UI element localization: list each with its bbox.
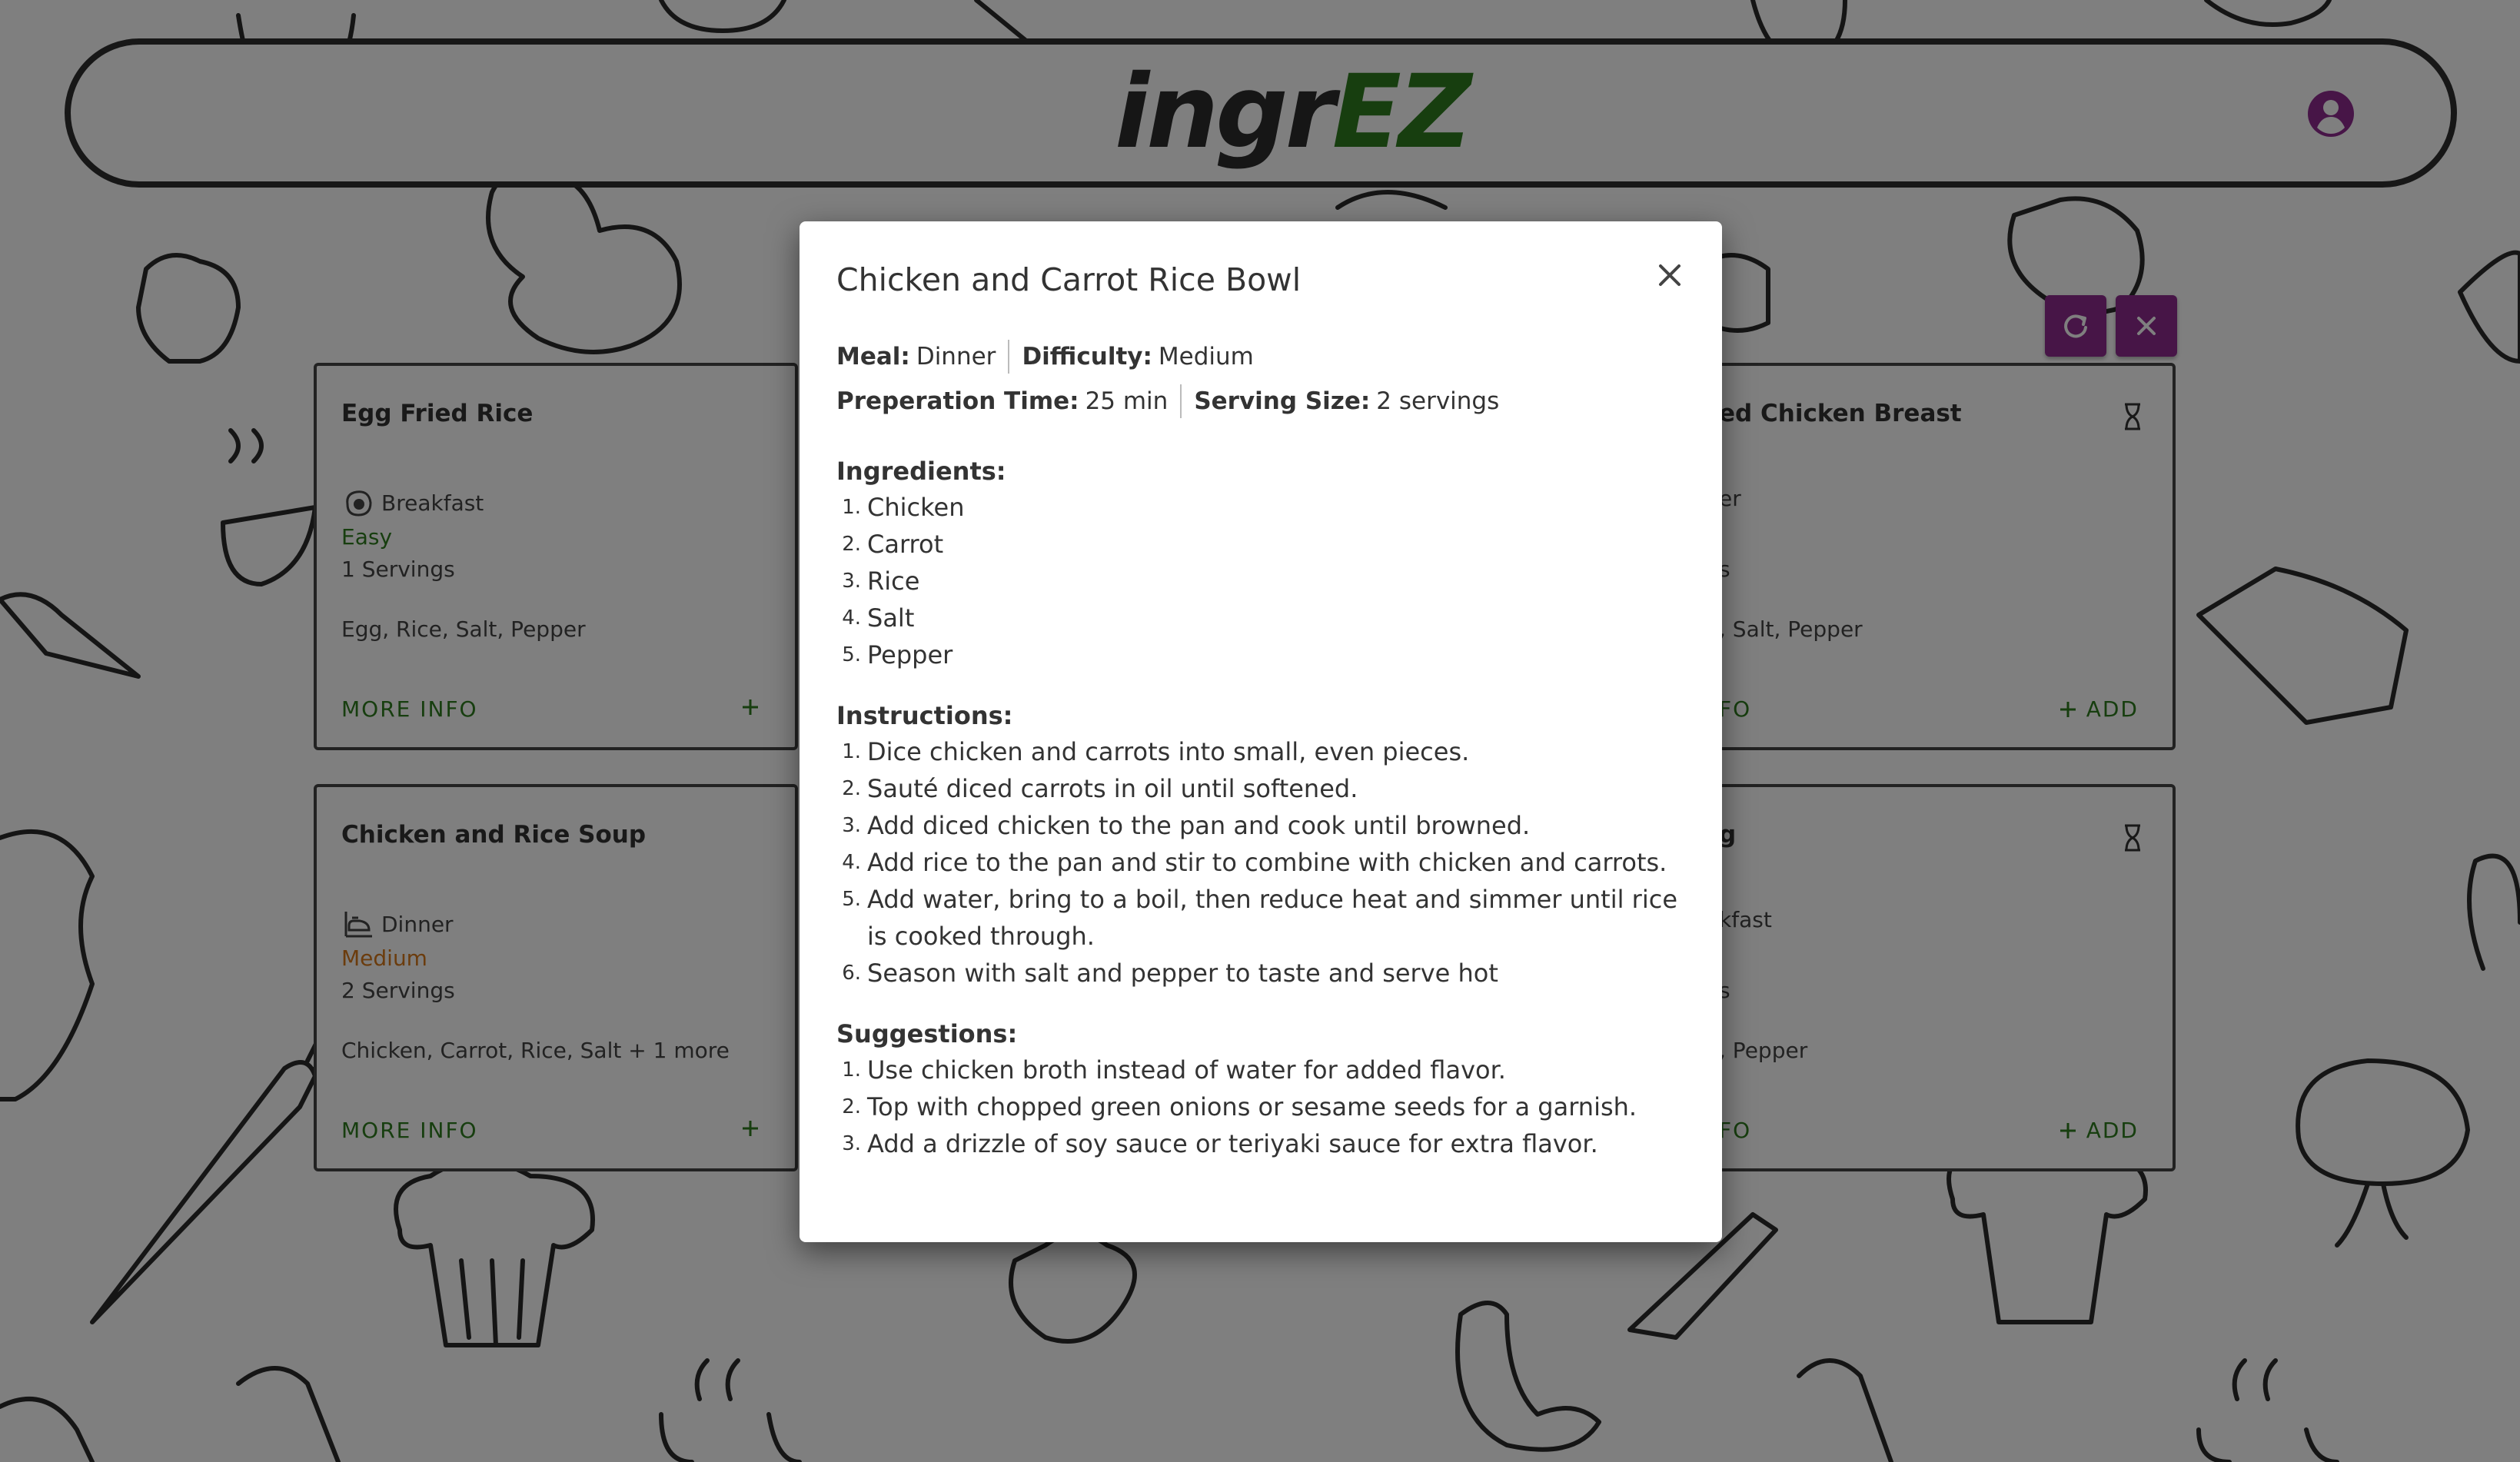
ingredients-heading: Ingredients: <box>836 457 1006 486</box>
meta-divider <box>1008 340 1010 374</box>
suggestions-section: Suggestions: 1. Use chicken broth instead… <box>836 1019 1685 1162</box>
instructions-list: 1. Dice chicken and carrots into small, e… <box>836 733 1685 992</box>
list-item: 3. Rice <box>842 567 920 596</box>
close-icon <box>1659 264 1681 286</box>
prep-time-value: 25 min <box>1085 387 1169 415</box>
dialog-title: Chicken and Carrot Rice Bowl <box>836 261 1302 298</box>
dialog-close-button[interactable] <box>1648 254 1691 297</box>
list-item: 5. Pepper <box>842 640 953 670</box>
ingredients-list: 1. Chicken 2. Carrot 3. Rice 4. Salt 5. Peppe… <box>836 489 1685 673</box>
list-item: 6. Season with salt and pepper to taste a… <box>842 959 1498 988</box>
meta-row-meal-difficulty: Meal: Dinner Difficulty: Medium <box>836 340 1685 374</box>
list-item: 2. Carrot <box>842 530 944 559</box>
instructions-section: Instructions: 1. Dice chicken and carrots… <box>836 701 1685 992</box>
list-item: 2. Sauté diced carrots in oil until softe… <box>842 774 1358 803</box>
instructions-heading: Instructions: <box>836 701 1013 730</box>
prep-time-label: Preperation Time: <box>836 387 1079 415</box>
meal-value: Dinner <box>916 343 996 370</box>
difficulty-label: Difficulty: <box>1022 343 1152 370</box>
list-item: 5. Add water, bring to a boil, then reduc… <box>842 885 1677 951</box>
list-item: 1. Chicken <box>842 493 965 522</box>
list-item: 4. Salt <box>842 603 915 633</box>
list-item: 3. Add diced chicken to the pan and cook … <box>842 811 1531 840</box>
list-item: 2. Top with chopped green onions or sesam… <box>842 1092 1637 1121</box>
suggestions-heading: Suggestions: <box>836 1019 1018 1048</box>
serving-size-value: 2 servings <box>1376 387 1500 415</box>
meta-row-prep-serving: Preperation Time: 25 min Serving Size: 2… <box>836 384 1685 418</box>
meal-label: Meal: <box>836 343 910 370</box>
list-item: 1. Use chicken broth instead of water for… <box>842 1055 1506 1085</box>
difficulty-value: Medium <box>1158 343 1254 370</box>
ingredients-section: Ingredients: 1. Chicken 2. Carrot 3. Rice 4… <box>836 457 1685 673</box>
serving-size-label: Serving Size: <box>1194 387 1371 415</box>
suggestions-list: 1. Use chicken broth instead of water for… <box>836 1052 1685 1162</box>
list-item: 3. Add a drizzle of soy sauce or teriyaki… <box>842 1129 1598 1158</box>
recipe-detail-dialog: Chicken and Carrot Rice Bowl Meal: Dinne… <box>800 221 1722 1242</box>
list-item: 4. Add rice to the pan and stir to combin… <box>842 848 1667 877</box>
list-item: 1. Dice chicken and carrots into small, e… <box>842 737 1470 766</box>
meta-divider <box>1180 384 1182 418</box>
